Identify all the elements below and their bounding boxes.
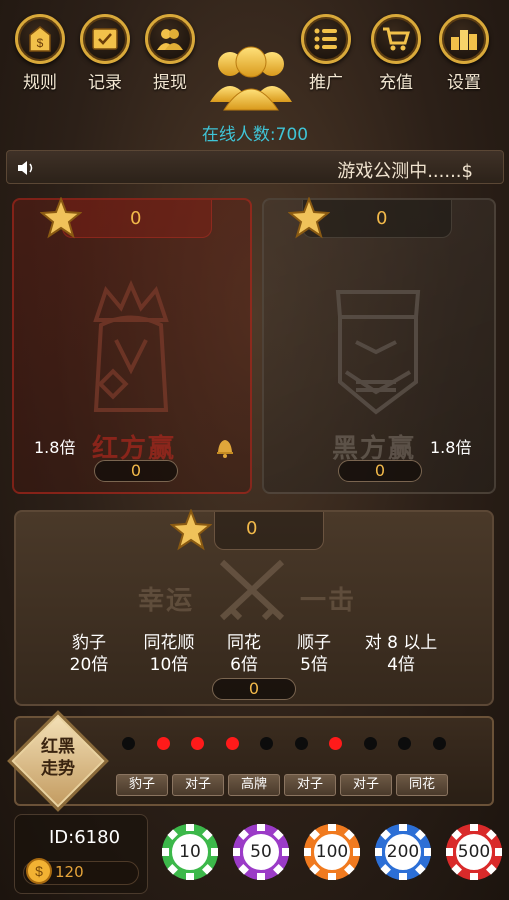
king-card-icon [335,290,421,415]
withdraw-button[interactable]: 提现 [138,14,202,93]
trend-title: 红黑 走势 [41,737,75,779]
chip-value: 100 [315,842,349,862]
player-id: ID:6180 [49,827,121,848]
svg-text:$: $ [37,36,44,50]
chip-100-button[interactable]: 100 [302,822,362,882]
trend-result: 对子 [172,774,224,796]
trend-dot-black [363,737,377,750]
trend-dot-black [260,737,273,750]
chip-value: 200 [386,842,420,862]
rules-label: 规则 [23,73,57,93]
svg-text:$: $ [35,863,43,879]
chip-10-button[interactable]: 10 [160,822,220,882]
record-label: 记录 [88,73,122,93]
rules-icon: $ [29,26,51,52]
red-multiplier: 1.8倍 [34,438,76,457]
announcement-text: 游戏公测中......$ [337,161,473,182]
settings-label: 设置 [447,73,481,93]
cart-icon [383,27,410,51]
promote-label: 推广 [309,73,343,93]
trend-dot-black [432,737,446,750]
online-count: 在线人数:700 [201,125,309,145]
black-bet-total: 0 [376,208,388,229]
coin-balance: 120 [55,863,84,881]
settings-button[interactable]: 设置 [432,14,496,93]
settings-icon [451,30,477,50]
crossed-swords-icon [219,559,285,621]
star-icon [40,197,82,239]
trend-result: 对子 [340,774,392,796]
trend-dot-black [398,737,411,750]
odds-leopard: 豹子 20倍 [69,633,109,675]
odds-pair-8-plus: 对 8 以上 4倍 [364,633,438,675]
recharge-label: 充值 [379,73,413,93]
bell-icon [217,440,233,458]
red-bet-total: 0 [130,208,142,229]
star-icon [288,197,330,239]
red-black-trend-panel: 红黑 走势 豹子 对子 高牌 对子 对子 同花 [7,710,494,812]
speaker-icon [18,161,33,175]
record-icon [92,28,118,50]
chip-500-button[interactable]: 500 [444,822,504,882]
odds-straight-flush: 同花顺 10倍 [143,633,195,675]
trend-result: 豹子 [116,774,168,796]
lucky-strike-bet-area[interactable]: 0 幸运 一击 0 [14,509,494,706]
trend-dot-red [225,737,239,750]
black-multiplier: 1.8倍 [430,438,472,457]
trend-dot-red [329,737,342,750]
online-users-icon [210,46,292,111]
withdraw-icon [157,29,183,50]
lucky-watermark-left: 幸运 [138,586,195,616]
rules-button[interactable]: $ 规则 [8,14,72,93]
lucky-my-bet: 0 [212,678,296,700]
chip-value: 500 [457,842,491,862]
odds-straight: 顺子 5倍 [297,633,331,675]
recharge-button[interactable]: 充值 [364,14,428,93]
trend-dot-black [294,737,308,750]
trend-result: 同花 [396,774,448,796]
trend-dot-red [156,737,170,750]
player-info: ID:6180 $ 120 [14,814,148,894]
trend-dot-red [191,737,204,750]
withdraw-label: 提现 [153,73,187,93]
chip-value: 50 [250,842,272,862]
odds-flush: 同花 6倍 [227,633,261,675]
promote-icon [314,28,337,50]
black-win-bet-area[interactable]: 0 黑方赢 1.8倍 0 [262,197,496,494]
trend-result: 对子 [284,774,336,796]
chip-200-button[interactable]: 200 [373,822,433,882]
lucky-watermark-right: 一击 [300,586,357,616]
chip-value: 10 [179,842,201,862]
black-my-bet: 0 [338,460,422,482]
promote-button[interactable]: 推广 [294,14,358,93]
red-my-bet: 0 [94,460,178,482]
chip-50-button[interactable]: 50 [231,822,291,882]
top-bar: $ 规则 记录 提现 在线人数:700 推广 充值 设置 [0,0,509,145]
coin-icon: $ [26,858,52,884]
queen-card-icon [93,280,169,412]
star-icon [170,509,212,551]
lucky-bet-total: 0 [246,518,258,539]
record-button[interactable]: 记录 [73,14,137,93]
announcement-bar: 游戏公测中......$ [6,150,504,184]
trend-dot-black [122,737,135,750]
trend-result: 高牌 [228,774,280,796]
